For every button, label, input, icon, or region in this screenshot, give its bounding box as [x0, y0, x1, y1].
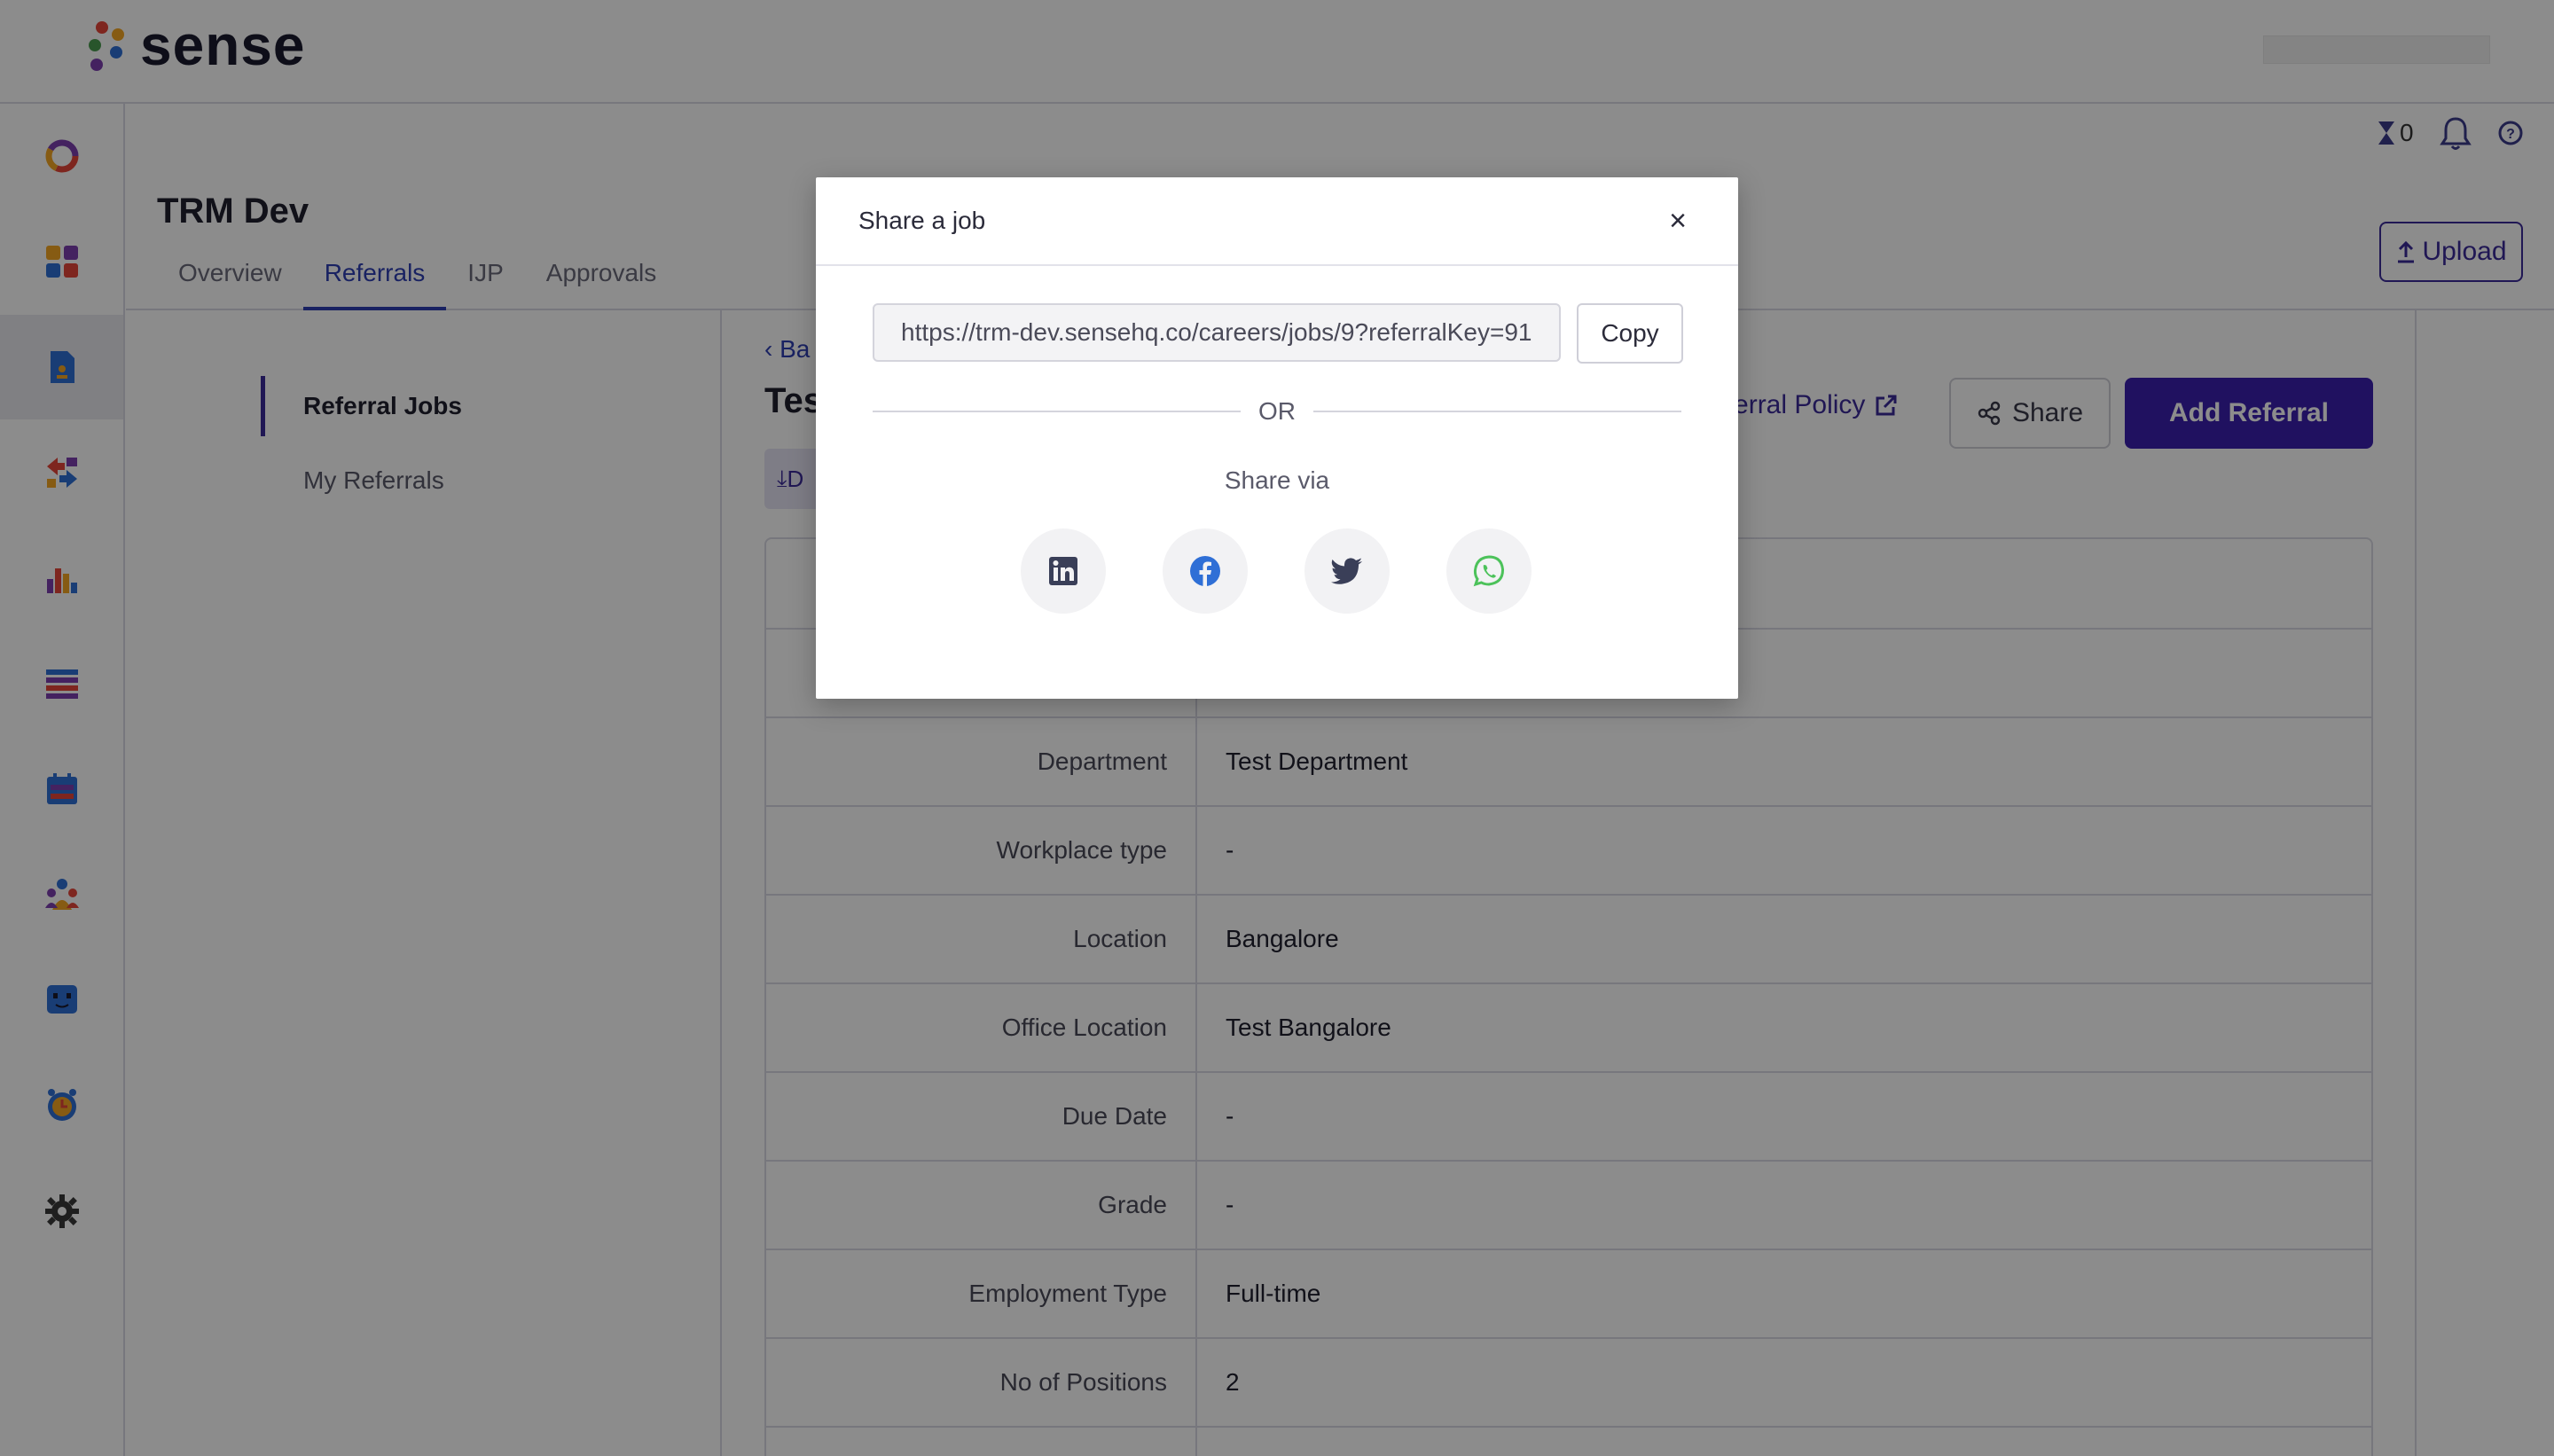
divider-line [873, 411, 1241, 412]
share-job-modal: Share a job × Copy OR Share via [816, 177, 1738, 699]
social-share-buttons [1021, 528, 1532, 614]
linkedin-icon [1049, 557, 1077, 585]
share-via-label: Share via [1224, 466, 1330, 494]
modal-header: Share a job × [816, 177, 1738, 266]
modal-title: Share a job [858, 207, 986, 234]
whatsapp-icon [1473, 555, 1505, 587]
twitter-icon [1331, 558, 1362, 584]
facebook-icon [1190, 556, 1220, 586]
job-link-input[interactable] [873, 303, 1561, 362]
facebook-share-button[interactable] [1163, 528, 1248, 614]
whatsapp-share-button[interactable] [1446, 528, 1532, 614]
twitter-share-button[interactable] [1304, 528, 1390, 614]
copy-button[interactable]: Copy [1577, 303, 1683, 364]
link-row: Copy [873, 303, 1683, 364]
close-icon[interactable]: × [1660, 203, 1696, 239]
linkedin-share-button[interactable] [1021, 528, 1106, 614]
or-divider: OR [873, 397, 1681, 426]
divider-line [1313, 411, 1681, 412]
or-label: OR [1258, 397, 1296, 425]
